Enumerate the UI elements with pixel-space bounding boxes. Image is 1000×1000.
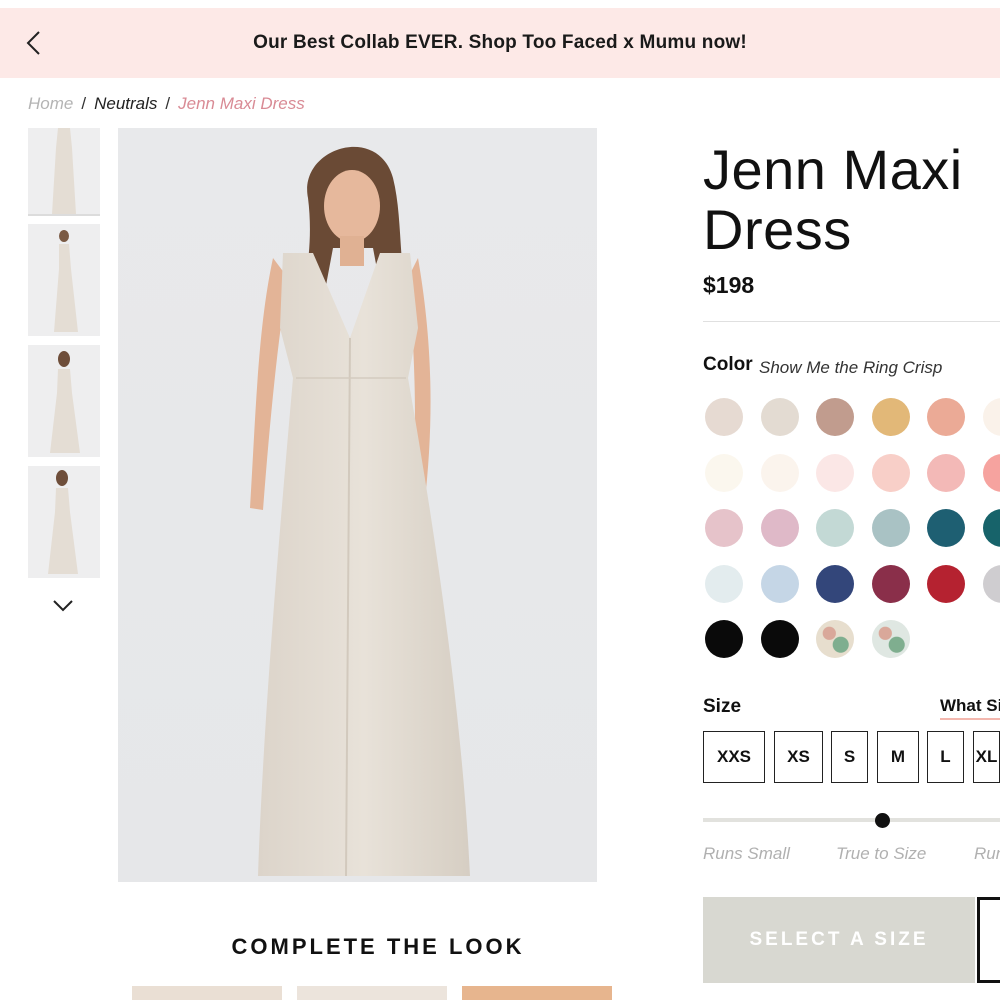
size-option-xxs[interactable]: XXS	[703, 731, 765, 783]
color-swatch[interactable]	[927, 564, 965, 603]
breadcrumb: Home / Neutrals / Jenn Maxi Dress	[28, 94, 305, 114]
breadcrumb-current: Jenn Maxi Dress	[178, 94, 305, 113]
promo-text[interactable]: Our Best Collab EVER. Shop Too Faced x M…	[0, 32, 1000, 54]
size-guide-link[interactable]: What Si	[940, 696, 1000, 720]
fit-label-runs-large: Runs	[974, 844, 1000, 863]
wishlist-button[interactable]	[977, 897, 1000, 983]
color-swatch[interactable]	[927, 398, 965, 436]
color-swatch[interactable]	[927, 453, 965, 492]
look-item-image[interactable]	[462, 986, 612, 1000]
color-swatch[interactable]	[705, 620, 743, 658]
breadcrumb-category[interactable]: Neutrals	[94, 94, 157, 113]
thumbnail-image[interactable]	[28, 224, 100, 336]
product-title-line: Dress	[703, 198, 852, 261]
color-swatch[interactable]	[982, 398, 1000, 436]
color-swatch[interactable]	[760, 620, 799, 658]
color-label: Color	[703, 354, 753, 375]
color-swatch[interactable]	[871, 620, 910, 658]
color-swatch[interactable]	[927, 509, 965, 547]
color-swatch[interactable]	[760, 398, 799, 436]
breadcrumb-separator: /	[165, 94, 171, 113]
size-option-xl[interactable]: XL	[973, 731, 1000, 783]
color-swatch[interactable]	[705, 509, 743, 547]
look-item-image[interactable]	[297, 986, 447, 1000]
color-swatch[interactable]	[871, 398, 910, 436]
promo-banner[interactable]: Our Best Collab EVER. Shop Too Faced x M…	[0, 8, 1000, 78]
size-option-s[interactable]: S	[831, 731, 868, 783]
breadcrumb-home[interactable]: Home	[28, 94, 73, 113]
color-swatch[interactable]	[871, 509, 910, 547]
color-swatch[interactable]	[982, 453, 1000, 492]
selected-color-name: Show Me the Ring Crisp	[759, 358, 943, 377]
select-size-button[interactable]: SELECT A SIZE	[703, 897, 975, 983]
color-swatch[interactable]	[705, 453, 743, 492]
color-swatch[interactable]	[982, 564, 1000, 603]
product-title: Jenn Maxi Dress	[703, 140, 963, 260]
color-swatch[interactable]	[816, 398, 854, 436]
look-item-image[interactable]	[132, 986, 282, 1000]
color-swatch[interactable]	[705, 398, 743, 436]
divider	[703, 321, 1000, 322]
color-swatch[interactable]	[871, 564, 910, 603]
fit-label-true-to-size: True to Size	[836, 844, 927, 863]
color-swatch[interactable]	[816, 453, 854, 492]
color-swatch[interactable]	[871, 453, 910, 492]
color-swatch[interactable]	[760, 564, 799, 603]
complete-the-look-heading: COMPLETE THE LOOK	[231, 934, 525, 959]
thumbnail-image[interactable]	[28, 128, 100, 216]
breadcrumb-separator: /	[81, 94, 87, 113]
fit-label-runs-small: Runs Small	[703, 844, 790, 863]
thumbnail-image[interactable]	[28, 466, 100, 578]
fit-scale-track	[703, 818, 1000, 822]
size-option-xs[interactable]: XS	[774, 731, 823, 783]
product-main-image[interactable]	[118, 128, 597, 882]
color-swatch[interactable]	[816, 509, 854, 547]
size-option-l[interactable]: L	[927, 731, 964, 783]
color-swatch[interactable]	[982, 509, 1000, 547]
color-swatch[interactable]	[760, 509, 799, 547]
thumbnail-image[interactable]	[28, 345, 100, 457]
size-option-m[interactable]: M	[877, 731, 919, 783]
product-title-line: Jenn Maxi	[703, 138, 963, 201]
color-swatch[interactable]	[816, 620, 854, 658]
size-label: Size	[703, 696, 742, 717]
fit-scale-indicator	[875, 813, 890, 828]
color-swatch[interactable]	[760, 453, 799, 492]
product-price: $198	[703, 272, 755, 298]
color-swatch[interactable]	[816, 564, 854, 603]
chevron-down-icon[interactable]	[52, 598, 74, 614]
color-swatch[interactable]	[705, 564, 743, 603]
